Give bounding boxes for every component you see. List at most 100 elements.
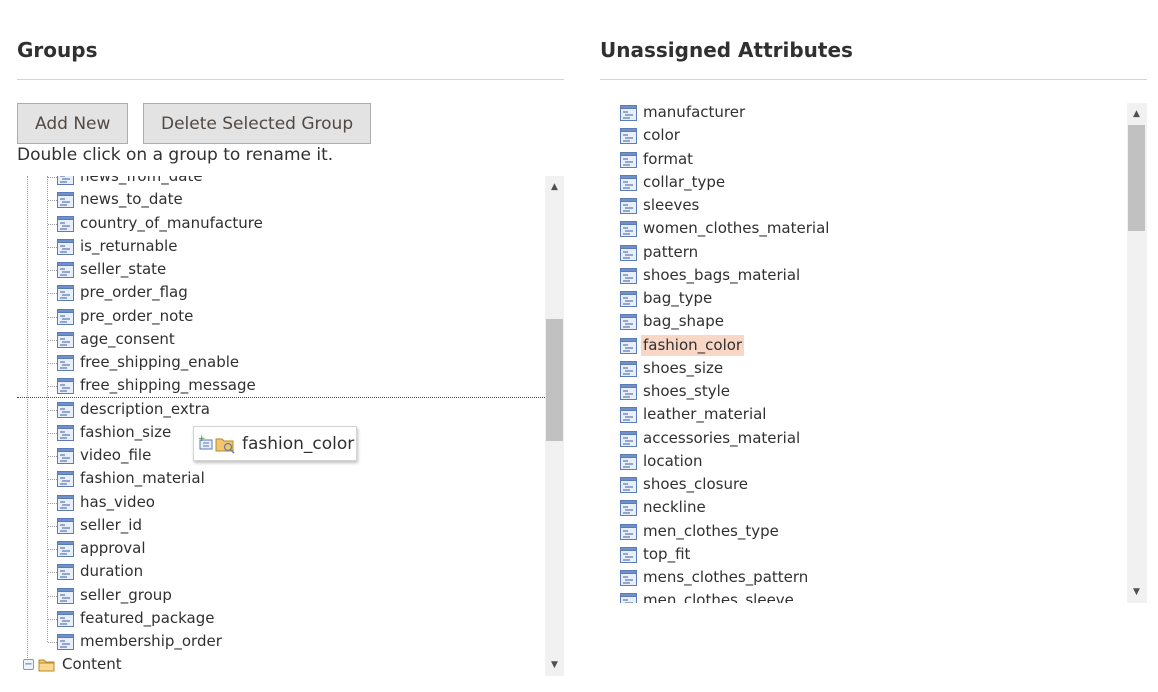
attribute-icon — [620, 197, 637, 214]
attribute-item[interactable]: top_fit — [620, 543, 692, 566]
attribute-label: news_from_date — [80, 176, 203, 185]
attribute-icon — [620, 453, 637, 470]
attribute-label: pattern — [643, 243, 699, 261]
attribute-icon — [57, 633, 74, 650]
attribute-icon — [620, 151, 637, 168]
attribute-item[interactable]: shoes_size — [620, 357, 725, 380]
attribute-item[interactable]: pattern — [620, 241, 700, 264]
svg-text:+: + — [198, 434, 206, 444]
attribute-item[interactable]: fashion_size — [57, 421, 173, 444]
attribute-item[interactable]: bag_type — [620, 287, 714, 310]
attribute-label: news_to_date — [80, 190, 183, 208]
attribute-label: has_video — [80, 493, 155, 511]
attribute-item[interactable]: approval — [57, 537, 148, 560]
attribute-icon — [57, 424, 74, 441]
attribute-item[interactable]: age_consent — [57, 328, 177, 351]
attribute-icon — [57, 284, 74, 301]
attribute-item[interactable]: collar_type — [620, 171, 727, 194]
attribute-item[interactable]: seller_id — [57, 514, 144, 537]
attribute-item[interactable]: sleeves — [620, 194, 701, 217]
unassigned-tree[interactable]: manufacturer color format collar_type sleeve… — [600, 101, 1127, 603]
group-folder-content[interactable]: − Content — [23, 653, 124, 676]
tree-guide-branch — [48, 642, 57, 643]
attribute-item[interactable]: pre_order_flag — [57, 281, 190, 304]
add-new-group-button[interactable]: Add New — [17, 103, 129, 144]
unassigned-divider — [600, 79, 1147, 80]
attribute-label: description_extra — [80, 400, 210, 418]
scroll-up-arrow-icon[interactable]: ▲ — [1128, 107, 1145, 121]
tree-guide-branch — [48, 224, 57, 225]
attribute-item[interactable]: format — [620, 148, 695, 171]
scroll-up-arrow-icon[interactable]: ▲ — [546, 180, 563, 194]
attribute-label: fashion_material — [80, 469, 205, 487]
attribute-item[interactable]: mens_clothes_pattern — [620, 566, 810, 589]
tree-guide-branch — [48, 386, 57, 387]
collapse-toggle-icon[interactable]: − — [23, 659, 34, 670]
unassigned-scroll-thumb[interactable] — [1128, 125, 1145, 231]
attribute-item[interactable]: men_clothes_sleeve — [620, 589, 796, 603]
attribute-item[interactable]: shoes_style — [620, 380, 732, 403]
attribute-label: top_fit — [643, 545, 691, 563]
attribute-label: shoes_style — [643, 382, 731, 400]
groups-scrollbar[interactable]: ▲ ▼ — [545, 176, 564, 676]
attribute-item[interactable]: location — [620, 450, 705, 473]
attribute-item[interactable]: manufacturer — [620, 101, 747, 124]
attribute-item[interactable]: has_video — [57, 491, 157, 514]
attribute-icon — [620, 337, 637, 354]
attribute-item[interactable]: featured_package — [57, 607, 217, 630]
attribute-item[interactable]: shoes_bags_material — [620, 264, 802, 287]
attribute-item[interactable]: membership_order — [57, 630, 224, 653]
attribute-item[interactable]: fashion_material — [57, 467, 207, 490]
attribute-item[interactable]: free_shipping_enable — [57, 351, 241, 374]
attribute-item[interactable]: seller_group — [57, 584, 174, 607]
attribute-label: manufacturer — [643, 103, 746, 121]
groups-scroll-thumb[interactable] — [546, 319, 563, 441]
attribute-label: membership_order — [80, 632, 222, 650]
attribute-item[interactable]: country_of_manufacture — [57, 212, 265, 235]
attribute-item[interactable]: free_shipping_message — [57, 374, 258, 397]
attribute-item[interactable]: news_to_date — [57, 188, 185, 211]
attribute-item[interactable]: color — [620, 124, 682, 147]
attribute-item[interactable]: women_clothes_material — [620, 217, 831, 240]
unassigned-title: Unassigned Attributes — [600, 38, 853, 62]
attribute-icon — [57, 176, 74, 185]
attribute-item[interactable]: description_extra — [57, 398, 212, 421]
attribute-icon — [57, 494, 74, 511]
attribute-item[interactable]: accessories_material — [620, 427, 802, 450]
attribute-item[interactable]: fashion_color — [620, 334, 745, 357]
tree-guide-branch — [48, 479, 57, 480]
attribute-item[interactable]: seller_state — [57, 258, 168, 281]
attribute-item[interactable]: shoes_closure — [620, 473, 750, 496]
attribute-icon — [620, 360, 637, 377]
scroll-down-arrow-icon[interactable]: ▼ — [1128, 585, 1145, 599]
attribute-icon — [620, 476, 637, 493]
attribute-icon — [620, 220, 637, 237]
attribute-icon — [620, 313, 637, 330]
tree-guide-outer — [27, 176, 28, 666]
attribute-item[interactable]: men_clothes_type — [620, 520, 781, 543]
attribute-item[interactable]: news_from_date — [57, 176, 205, 188]
attribute-item[interactable]: duration — [57, 560, 145, 583]
attribute-item[interactable]: leather_material — [620, 403, 768, 426]
attribute-label: mens_clothes_pattern — [643, 568, 809, 586]
attribute-icon — [620, 430, 637, 447]
attribute-label: bag_shape — [643, 312, 724, 330]
attribute-item[interactable]: neckline — [620, 496, 708, 519]
attribute-icon — [620, 569, 637, 586]
attribute-item[interactable]: pre_order_note — [57, 305, 195, 328]
attribute-item[interactable]: is_returnable — [57, 235, 179, 258]
attribute-item[interactable]: video_file — [57, 444, 153, 467]
unassigned-scrollbar[interactable]: ▲ ▼ — [1127, 103, 1147, 603]
attribute-label: duration — [80, 562, 144, 580]
attribute-label: shoes_size — [643, 359, 724, 377]
scroll-down-arrow-icon[interactable]: ▼ — [546, 658, 563, 672]
attribute-icon — [57, 191, 74, 208]
tree-guide-branch — [48, 549, 57, 550]
attribute-label: leather_material — [643, 405, 767, 423]
attribute-item[interactable]: bag_shape — [620, 310, 726, 333]
delete-selected-group-button[interactable]: Delete Selected Group — [143, 103, 372, 144]
attribute-icon — [620, 592, 637, 603]
attribute-icon — [620, 104, 637, 121]
folder-icon — [38, 659, 55, 671]
attribute-label: color — [643, 126, 680, 144]
